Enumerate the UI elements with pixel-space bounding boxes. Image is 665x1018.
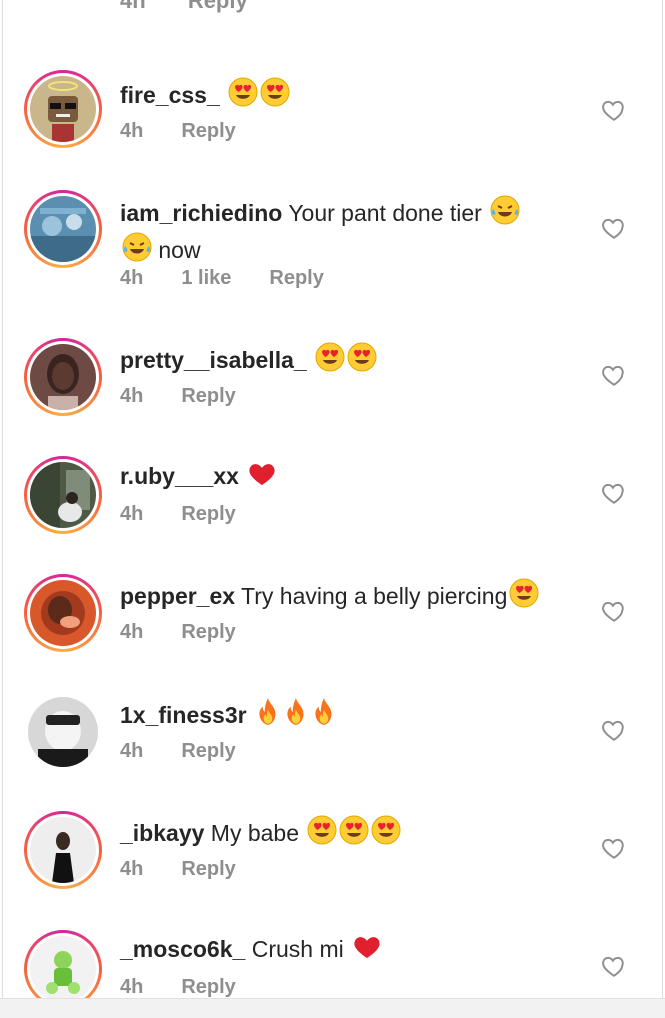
reply-button[interactable]: Reply: [181, 120, 235, 143]
comment-username[interactable]: iam_richiedino: [120, 200, 282, 226]
comment-time: 4h: [120, 385, 144, 407]
avatar: [30, 936, 96, 998]
like-heart-icon[interactable]: [601, 598, 627, 624]
comment-time: 4h: [120, 858, 144, 880]
avatar-story-ring[interactable]: [24, 574, 102, 652]
reply-button[interactable]: Reply: [181, 858, 235, 881]
tears-of-joy-emoji: [488, 195, 520, 226]
reply-button[interactable]: Reply: [181, 385, 235, 408]
avatar-story-ring[interactable]: [24, 930, 102, 998]
comment-username[interactable]: _mosco6k_: [120, 936, 245, 962]
comment-time: 4h: [120, 267, 144, 289]
reply-button[interactable]: Reply: [269, 267, 323, 290]
red-heart-emoji: [245, 463, 277, 489]
avatar: [30, 196, 96, 262]
comment-username[interactable]: fire_css_: [120, 82, 220, 108]
like-heart-icon[interactable]: [601, 362, 627, 388]
comment-username[interactable]: r.uby___xx: [120, 463, 239, 489]
like-count[interactable]: 1 like: [181, 267, 231, 290]
tears-of-joy-emoji: [120, 232, 152, 263]
avatar: [30, 817, 96, 883]
comment-time: 4h: [120, 503, 144, 525]
heart-eyes-emoji: [507, 578, 539, 609]
comment-time: 4h: [120, 740, 144, 762]
avatar-story-ring[interactable]: [24, 190, 102, 268]
bottom-bar: [0, 998, 665, 1018]
comment-time: 4h: [120, 976, 144, 998]
reply-button[interactable]: Reply: [181, 503, 235, 526]
comment-username[interactable]: _ibkayy: [120, 820, 204, 846]
comment-text: My babe: [210, 820, 300, 846]
avatar: [30, 580, 96, 646]
avatar: [30, 76, 96, 142]
comment-username[interactable]: pepper_ex: [120, 583, 235, 609]
comment-time: 4h: [120, 621, 144, 643]
comment-text-continued: now: [158, 237, 201, 263]
heart-eyes-emoji: [313, 342, 377, 373]
red-heart-emoji: [350, 936, 382, 962]
comment-text: Your pant done tier: [288, 200, 482, 226]
heart-eyes-emoji: [226, 77, 290, 108]
reply-button[interactable]: Reply: [181, 621, 235, 644]
comment-username[interactable]: pretty__isabella_: [120, 347, 307, 373]
avatar-story-ring[interactable]: [24, 70, 102, 148]
avatar-story-ring[interactable]: [24, 811, 102, 889]
heart-eyes-emoji: [305, 815, 401, 846]
avatar: [30, 344, 96, 410]
like-heart-icon[interactable]: [601, 717, 627, 743]
like-heart-icon[interactable]: [601, 480, 627, 506]
reply-button[interactable]: Reply: [181, 976, 235, 998]
like-heart-icon[interactable]: [601, 97, 627, 123]
like-heart-icon[interactable]: [601, 835, 627, 861]
avatar-story-ring[interactable]: [24, 338, 102, 416]
comment-time: 4h: [120, 120, 144, 142]
like-heart-icon[interactable]: [601, 953, 627, 979]
like-heart-icon[interactable]: [601, 215, 627, 241]
reply-button[interactable]: Reply: [181, 740, 235, 763]
avatar-container[interactable]: [24, 693, 102, 771]
comments-list: fire_css_ 4h Reply iam_richiedino Your p…: [0, 0, 665, 998]
avatar-story-ring[interactable]: [24, 456, 102, 534]
comment-username[interactable]: 1x_finess3r: [120, 702, 247, 728]
avatar: [30, 462, 96, 528]
comment-text: Crush mi: [251, 936, 344, 962]
comment-text: Try having a belly piercing: [241, 583, 508, 609]
avatar: [28, 697, 98, 767]
fire-emoji: [253, 698, 337, 728]
